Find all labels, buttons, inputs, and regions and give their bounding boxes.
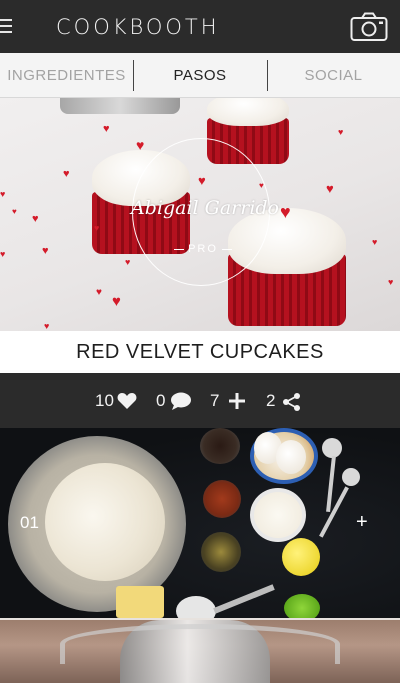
top-bar: COOKBOOTH: [0, 0, 400, 53]
comment-count: 0: [156, 391, 166, 410]
recipe-title: RED VELVET CUPCAKES: [0, 331, 400, 373]
heart-sprinkle: ♥: [372, 237, 378, 247]
measuring-cup-handle: [213, 584, 275, 614]
camera-icon[interactable]: [350, 12, 388, 42]
like-count: 10: [95, 391, 114, 410]
tab-pasos[interactable]: PASOS: [133, 53, 267, 98]
stats-bar: 10 0 7 2: [0, 373, 400, 428]
heart-icon: [117, 393, 137, 409]
heart-sprinkle: ♥: [125, 257, 131, 267]
comment-icon: [171, 392, 191, 410]
ingredient-image: [200, 428, 240, 464]
flour-image: [45, 463, 165, 581]
heart-sprinkle: ♥: [0, 249, 6, 259]
heart-sprinkle: ♥: [32, 213, 39, 225]
sugar-cup-image: [176, 596, 216, 618]
butter-image: [250, 488, 306, 542]
egg-image: [276, 440, 306, 474]
heart-sprinkle: ♥: [112, 293, 121, 310]
tab-ingredientes[interactable]: INGREDIENTES: [0, 53, 133, 98]
whisk-image: [60, 98, 180, 114]
measuring-spoon-image: [342, 468, 360, 486]
lime-image: [284, 594, 320, 618]
share-count: 2: [266, 391, 276, 410]
heart-icon: ♥: [280, 202, 291, 222]
heart-sprinkle: ♥: [42, 245, 49, 257]
menu-icon[interactable]: [0, 19, 12, 33]
recipe-hero-image[interactable]: ♥ ♥ ♥ ♥ ♥ ♥ ♥ ♥ ♥ ♥ ♥ ♥ ♥ ♥ ♥ ♥ ♥ ♥ ♥ Ab…: [0, 98, 400, 331]
comment-button[interactable]: 0: [156, 390, 196, 412]
plus-icon: [229, 393, 245, 409]
heart-sprinkle: ♥: [94, 223, 100, 233]
cocoa-image: [203, 480, 241, 518]
heart-sprinkle: ♥: [136, 137, 145, 153]
lemon-image: [282, 538, 320, 576]
tab-bar: INGREDIENTES PASOS SOCIAL: [0, 53, 400, 98]
share-button[interactable]: 2: [266, 390, 306, 412]
app-logo: COOKBOOTH: [56, 15, 220, 39]
tab-social[interactable]: SOCIAL: [267, 53, 400, 98]
heart-sprinkle: ♥: [96, 287, 102, 298]
step-card[interactable]: [0, 618, 400, 683]
expand-step-button[interactable]: +: [356, 511, 368, 534]
like-button[interactable]: 10: [95, 390, 143, 412]
heart-sprinkle: ♥: [338, 127, 344, 137]
add-count: 7: [210, 391, 220, 410]
share-icon: [283, 393, 300, 411]
heart-sprinkle: ♥: [0, 189, 6, 199]
step-number: 01: [20, 513, 39, 532]
heart-sprinkle: ♥: [12, 207, 17, 216]
heart-sprinkle: ♥: [326, 181, 334, 196]
heart-sprinkle: ♥: [44, 321, 50, 331]
add-to-collection-button[interactable]: 7: [210, 390, 250, 412]
mixer-bowl-image: [60, 624, 340, 664]
heart-sprinkle: ♥: [103, 123, 110, 135]
pro-badge: PRO: [168, 243, 238, 255]
oil-image: [201, 532, 241, 572]
author-name[interactable]: Abigail Garrido: [125, 197, 285, 219]
step-card[interactable]: 01 +: [0, 428, 400, 618]
measuring-spoon-handle: [326, 455, 336, 513]
measuring-spoon-handle: [319, 486, 349, 538]
heart-sprinkle: ♥: [388, 277, 394, 287]
heart-sprinkle: ♥: [63, 168, 70, 180]
butter-block-image: [116, 586, 164, 618]
